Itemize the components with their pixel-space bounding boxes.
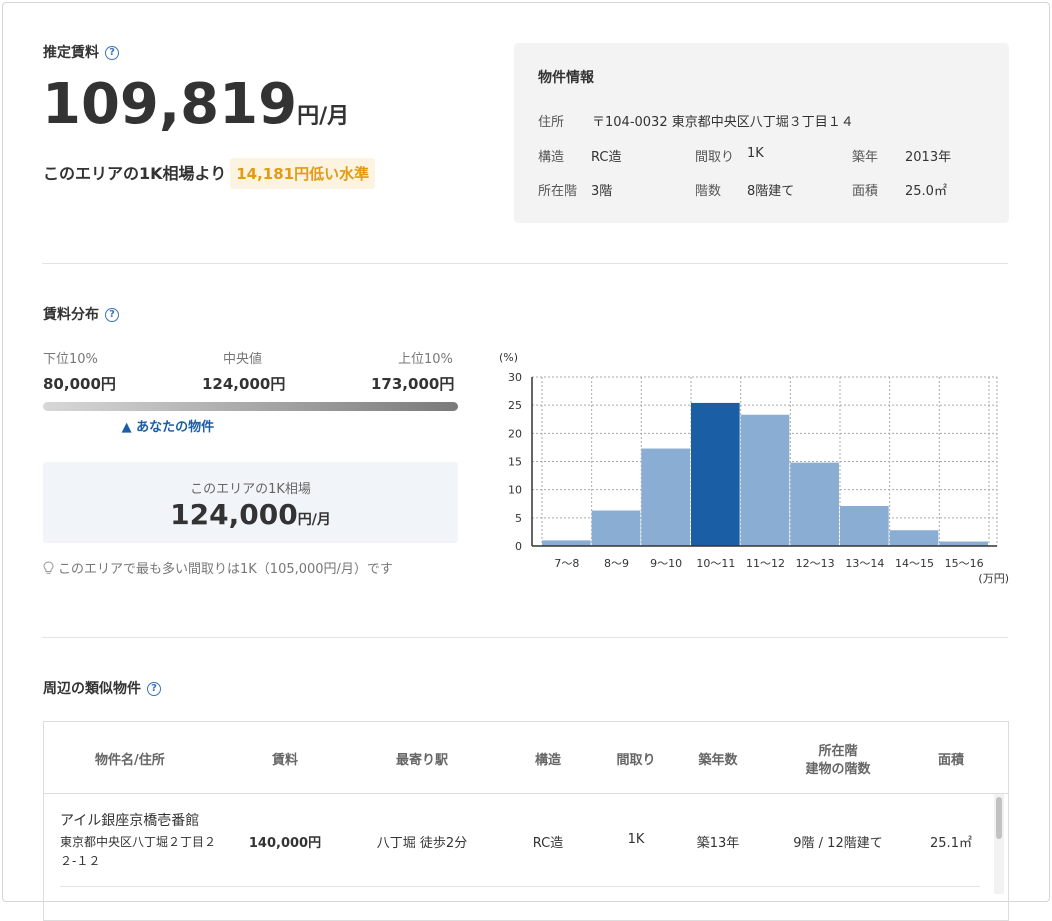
area-average-amount: 124,000: [170, 498, 298, 531]
x-tick-label: 15〜16: [945, 557, 984, 570]
built-label: 築年: [852, 150, 879, 165]
comparison-badge: 14,181円低い水準: [230, 158, 376, 189]
rent-histogram: 0 5 10 15 20 25 30 7〜8 8〜9 9〜10 10〜11 11〜12 12〜13 13〜…: [499, 351, 1009, 585]
estimate-amount-row: 109,819円/月: [42, 72, 349, 137]
y-tick-label: 0: [515, 540, 522, 553]
floor-value: 3階: [591, 184, 613, 199]
estimate-title: 推定賃料: [43, 45, 99, 61]
comparison-text: このエリアの1K相場より: [43, 164, 227, 183]
area-value: 25.0㎡: [905, 184, 947, 199]
x-tick-label: 10〜11: [696, 557, 735, 570]
row-layout: 1K: [627, 832, 645, 847]
row-floor: 9階 / 12階建て: [793, 836, 883, 851]
histogram-bar: [591, 510, 641, 546]
high-value: 173,000円: [371, 375, 455, 393]
high-label: 上位10%: [398, 352, 453, 367]
x-tick-label: 7〜8: [554, 557, 579, 570]
row-address-line1: 東京都中央区八丁堀２丁目２: [60, 835, 217, 849]
distribution-title: 賃料分布: [43, 307, 99, 323]
built-value: 2013年: [905, 150, 952, 165]
area-average-title: このエリアの1K相場: [190, 482, 311, 497]
area-average-unit: 円/月: [297, 512, 331, 528]
histogram-bar: [840, 506, 889, 546]
address-label: 住所: [538, 115, 565, 130]
row-name[interactable]: アイル銀座京橋壱番館: [60, 810, 199, 830]
row-divider: [60, 886, 980, 887]
x-tick-label: 14〜15: [895, 557, 934, 570]
histogram-bar: [691, 402, 740, 546]
histogram-bar: [740, 414, 790, 546]
distribution-bar: [43, 402, 458, 411]
table-scrollbar-thumb[interactable]: [996, 797, 1002, 839]
layout-value: 1K: [747, 146, 764, 161]
header-structure: 構造: [534, 753, 561, 768]
histogram-bar: [641, 448, 690, 546]
x-tick-label: 8〜9: [604, 557, 629, 570]
divider: [42, 637, 1008, 638]
row-station: 八丁堀 徒歩2分: [376, 836, 468, 851]
header-floor-line1: 所在階: [818, 744, 858, 759]
your-property-marker: ▲ あなたの物件: [121, 420, 215, 435]
x-axis-label: (万円): [978, 572, 1009, 585]
histogram-bar: [790, 462, 839, 546]
header-layout: 間取り: [616, 753, 656, 768]
y-tick-label: 15: [508, 456, 522, 469]
area-average-amount-row: 124,000円/月: [43, 498, 458, 531]
median-value: 124,000円: [202, 375, 286, 393]
y-tick-label: 5: [515, 512, 522, 525]
row-rent: 140,000円: [248, 836, 322, 851]
area-average-box: このエリアの1K相場 124,000円/月: [43, 462, 458, 543]
tip-text: このエリアで最も多い間取りは1K（105,000円/月）です: [58, 562, 393, 577]
x-tick-label: 13〜14: [845, 557, 884, 570]
low-value: 80,000円: [43, 375, 116, 393]
distribution-heading: 賃料分布?: [43, 304, 119, 324]
estimate-unit: 円/月: [297, 104, 350, 129]
header-divider: [44, 793, 1008, 794]
y-tick-label: 20: [508, 427, 522, 440]
address-value: 〒104-0032 東京都中央区八丁堀３丁目１４: [592, 115, 854, 130]
y-tick-label: 10: [508, 484, 522, 497]
similar-title: 周辺の類似物件: [43, 681, 141, 697]
help-icon[interactable]: ?: [105, 308, 119, 322]
row-area: 25.1㎡: [930, 836, 972, 851]
x-tick-label: 11〜12: [746, 557, 785, 570]
y-axis-label: (%): [499, 351, 518, 364]
structure-value: RC造: [591, 150, 622, 165]
header-name: 物件名/住所: [95, 753, 165, 768]
floor-label: 所在階: [538, 184, 578, 199]
help-icon[interactable]: ?: [147, 682, 161, 696]
header-age: 築年数: [698, 753, 738, 768]
help-icon[interactable]: ?: [105, 46, 119, 60]
divider: [42, 263, 1008, 264]
estimate-amount: 109,819: [42, 72, 298, 137]
median-label: 中央値: [223, 352, 263, 367]
y-tick-label: 25: [508, 399, 522, 412]
similar-heading: 周辺の類似物件?: [43, 678, 161, 698]
property-info-box: 物件情報 住所 〒104-0032 東京都中央区八丁堀３丁目１４ 構造 RC造 …: [514, 43, 1009, 223]
tip-row: このエリアで最も多い間取りは1K（105,000円/月）です: [43, 558, 393, 577]
comparison-row: このエリアの1K相場より 14,181円低い水準: [43, 158, 376, 189]
structure-label: 構造: [538, 150, 565, 165]
row-address-line2: ２-１２: [60, 854, 101, 868]
floors-value: 8階建て: [747, 184, 795, 199]
header-rent: 賃料: [271, 753, 298, 768]
estimate-heading: 推定賃料?: [43, 42, 119, 62]
area-label: 面積: [852, 184, 879, 199]
histogram-bar: [889, 530, 939, 546]
header-station: 最寄り駅: [395, 753, 448, 768]
header-area: 面積: [937, 753, 964, 768]
x-tick-label: 12〜13: [796, 557, 835, 570]
row-structure: RC造: [532, 836, 564, 851]
lightbulb-icon: [43, 561, 54, 574]
layout-label: 間取り: [695, 150, 735, 165]
y-tick-label: 30: [508, 371, 522, 384]
header-floor-line2: 建物の階数: [805, 762, 871, 777]
x-tick-label: 9〜10: [650, 557, 682, 570]
row-age: 築13年: [696, 836, 740, 851]
property-info-title: 物件情報: [538, 70, 594, 86]
low-label: 下位10%: [43, 352, 98, 367]
histogram-bar: [542, 540, 591, 546]
floors-label: 階数: [695, 184, 722, 199]
